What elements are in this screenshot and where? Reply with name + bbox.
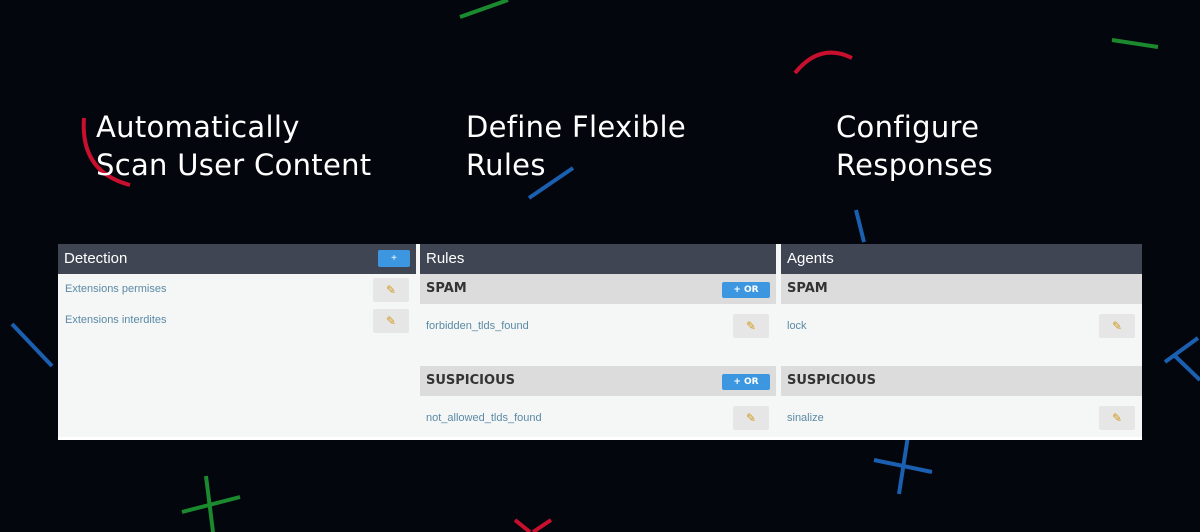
deco-blue-stroke xyxy=(1163,336,1200,364)
agent-group: SUSPICIOUS sinalize ✎ xyxy=(781,366,1142,430)
agent-group-header: SPAM xyxy=(781,274,1142,304)
edit-button[interactable]: ✎ xyxy=(733,314,769,338)
deco-green-stroke xyxy=(1111,38,1159,49)
agents-title: Agents xyxy=(787,250,834,267)
rule-group-header: SUSPICIOUS + OR xyxy=(420,366,776,396)
edit-button[interactable]: ✎ xyxy=(1099,406,1135,430)
rule-name: forbidden_tlds_found xyxy=(426,320,529,332)
edit-button[interactable]: ✎ xyxy=(1099,314,1135,338)
agents-column: Agents SPAM lock ✎ SUSPICIOUS sinalize ✎ xyxy=(781,244,1142,434)
deco-blue-stroke xyxy=(854,209,866,243)
rule-group-name: SUSPICIOUS xyxy=(426,373,515,388)
headline-rules-line2: Rules xyxy=(466,148,546,182)
rule-group-name: SPAM xyxy=(426,281,467,296)
app-panel: Detection + Extensions permises ✎ Extens… xyxy=(58,244,1142,440)
rules-title: Rules xyxy=(426,250,465,267)
deco-red-stroke xyxy=(513,518,532,532)
detection-header: Detection + xyxy=(58,244,416,274)
agent-group: SPAM lock ✎ xyxy=(781,274,1142,338)
rule-name: not_allowed_tlds_found xyxy=(426,412,542,424)
rule-row: forbidden_tlds_found ✎ xyxy=(420,304,776,338)
headline-rules-line1: Define Flexible xyxy=(466,110,686,144)
agent-row: lock ✎ xyxy=(781,304,1142,338)
add-or-button[interactable]: + OR xyxy=(722,282,770,298)
edit-button[interactable]: ✎ xyxy=(733,406,769,430)
detection-item-link[interactable]: Extensions permises xyxy=(65,283,167,295)
deco-red-stroke xyxy=(531,518,553,532)
detection-column: Detection + Extensions permises ✎ Extens… xyxy=(58,244,416,434)
pencil-icon: ✎ xyxy=(385,283,397,297)
deco-blue-stroke xyxy=(1173,354,1200,382)
headline-scan: Automatically Scan User Content xyxy=(96,108,371,184)
pencil-icon: ✎ xyxy=(745,411,757,425)
headline-scan-line2: Scan User Content xyxy=(96,148,372,182)
detection-title: Detection xyxy=(64,250,128,267)
headline-rules: Define Flexible Rules xyxy=(466,108,686,184)
list-item: Extensions permises ✎ xyxy=(58,274,416,305)
rule-group: SUSPICIOUS + OR not_allowed_tlds_found ✎ xyxy=(420,366,776,430)
edit-button[interactable]: ✎ xyxy=(373,278,409,302)
agent-name: sinalize xyxy=(787,412,824,424)
rule-row: not_allowed_tlds_found ✎ xyxy=(420,396,776,430)
pencil-icon: ✎ xyxy=(385,314,397,328)
agents-header: Agents xyxy=(781,244,1142,274)
agent-row: sinalize ✎ xyxy=(781,396,1142,430)
rule-group-header: SPAM + OR xyxy=(420,274,776,304)
agent-group-name: SUSPICIOUS xyxy=(787,373,876,388)
deco-green-stroke xyxy=(459,0,509,19)
pencil-icon: ✎ xyxy=(1111,319,1123,333)
headline-responses-line2: Responses xyxy=(836,148,994,182)
rules-column: Rules SPAM + OR forbidden_tlds_found ✎ S… xyxy=(420,244,776,434)
edit-button[interactable]: ✎ xyxy=(373,309,409,333)
agent-group-header: SUSPICIOUS xyxy=(781,366,1142,396)
pencil-icon: ✎ xyxy=(745,319,757,333)
agent-name: lock xyxy=(787,320,807,332)
agent-group-name: SPAM xyxy=(787,281,828,296)
deco-blue-stroke xyxy=(10,322,54,368)
rules-header: Rules xyxy=(420,244,776,274)
pencil-icon: ✎ xyxy=(1111,411,1123,425)
deco-red-arc xyxy=(793,50,853,75)
add-detection-button[interactable]: + xyxy=(378,250,410,267)
rule-group: SPAM + OR forbidden_tlds_found ✎ xyxy=(420,274,776,338)
list-item: Extensions interdites ✎ xyxy=(58,305,416,336)
headline-scan-line1: Automatically xyxy=(96,110,300,144)
headline-responses: Configure Responses xyxy=(836,108,993,184)
headline-responses-line1: Configure xyxy=(836,110,980,144)
add-or-button[interactable]: + OR xyxy=(722,374,770,390)
detection-item-link[interactable]: Extensions interdites xyxy=(65,314,167,326)
